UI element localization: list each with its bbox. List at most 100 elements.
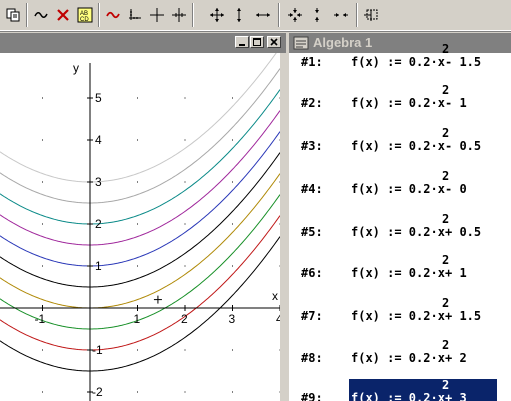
y-tick-label: 5 bbox=[95, 91, 102, 105]
zoom-in-vertical-icon[interactable] bbox=[306, 4, 328, 26]
grid-dot bbox=[42, 349, 43, 351]
grid-dot bbox=[184, 349, 186, 351]
expression[interactable]: f(x) := 0.2·x 2 - 0.5 bbox=[349, 126, 497, 155]
expression-number: #1: bbox=[301, 55, 323, 69]
expression-base: f(x) := 0.2·x bbox=[351, 351, 445, 365]
expression[interactable]: f(x) := 0.2·x 2 + 1.5 bbox=[349, 296, 497, 325]
expression-base: f(x) := 0.2·x bbox=[351, 55, 445, 69]
expression-base: f(x) := 0.2·x bbox=[351, 391, 445, 401]
algebra-window: Algebra 1 #1: f(x) := 0.2·x 2 - 1.5 #2: f(x)… bbox=[289, 33, 511, 401]
grid-dot bbox=[42, 139, 43, 141]
parabola-curve bbox=[0, 68, 281, 204]
pan-vertical-icon[interactable] bbox=[228, 4, 250, 26]
expression[interactable]: f(x) := 0.2·x 2 - 1.5 bbox=[349, 42, 497, 71]
grid-dot bbox=[232, 181, 233, 183]
expression-constant: + 1.5 bbox=[445, 309, 482, 323]
toolbar: AB CD bbox=[0, 0, 511, 32]
expression-exponent: 2 bbox=[442, 296, 450, 310]
expression-constant: - 0 bbox=[445, 182, 467, 196]
grid-dot bbox=[137, 97, 138, 99]
grid-dot bbox=[184, 391, 186, 393]
x-tick-label: 3 bbox=[229, 312, 236, 326]
toolbar-separator bbox=[278, 3, 280, 27]
grid-dot bbox=[184, 265, 186, 267]
grid-dot bbox=[279, 181, 281, 183]
y-tick-label: 2 bbox=[95, 217, 102, 231]
y-tick-label: 1 bbox=[95, 259, 102, 273]
grid-dot bbox=[279, 265, 281, 267]
pan-all-icon[interactable] bbox=[206, 4, 228, 26]
grid-dot bbox=[184, 181, 186, 183]
grid-dot bbox=[279, 223, 281, 225]
expression-constant: - 1.5 bbox=[445, 55, 482, 69]
expression-row[interactable]: #2: f(x) := 0.2·x 2 - 1 bbox=[289, 83, 511, 114]
grid-dot bbox=[184, 223, 186, 225]
pan-horizontal-icon[interactable] bbox=[252, 4, 274, 26]
expression-number: #3: bbox=[301, 139, 323, 153]
expression-constant: - 0.5 bbox=[445, 139, 482, 153]
expression-row[interactable]: #1: f(x) := 0.2·x 2 - 1.5 bbox=[289, 42, 511, 73]
parabola-curve bbox=[0, 47, 281, 183]
expression-constant: + 1 bbox=[445, 266, 467, 280]
parabola-curve bbox=[0, 110, 281, 246]
minimize-button[interactable] bbox=[235, 36, 249, 48]
expression-exponent: 2 bbox=[442, 253, 450, 267]
grid-dot bbox=[42, 97, 43, 99]
zoom-in-all-icon[interactable] bbox=[284, 4, 306, 26]
expression[interactable]: f(x) := 0.2·x 2 - 0 bbox=[349, 169, 497, 198]
expression[interactable]: f(x) := 0.2·x 2 + 2 bbox=[349, 338, 497, 367]
expression-row[interactable]: #9: f(x) := 0.2·x 2 + 3 bbox=[289, 378, 511, 401]
expression[interactable]: f(x) := 0.2·x 2 - 1 bbox=[349, 83, 497, 112]
plot-title-bar bbox=[0, 33, 286, 53]
expression-row[interactable]: #6: f(x) := 0.2·x 2 + 1 bbox=[289, 253, 511, 284]
expression[interactable]: f(x) := 0.2·x 2 + 1 bbox=[349, 253, 497, 282]
expression[interactable]: f(x) := 0.2·x 2 + 3 bbox=[349, 378, 497, 401]
plot-wave-icon[interactable] bbox=[30, 4, 52, 26]
grid-dot bbox=[232, 139, 233, 141]
grid-dot bbox=[42, 181, 43, 183]
expression-row[interactable]: #7: f(x) := 0.2·x 2 + 1.5 bbox=[289, 296, 511, 327]
expression-exponent: 2 bbox=[442, 169, 450, 183]
expression-number: #8: bbox=[301, 351, 323, 365]
algebra-expression-list[interactable]: #1: f(x) := 0.2·x 2 - 1.5 #2: f(x) := 0.2·x 2… bbox=[289, 42, 511, 401]
expression-exponent: 2 bbox=[442, 83, 450, 97]
grid-dot bbox=[232, 391, 233, 393]
expression-base: f(x) := 0.2·x bbox=[351, 225, 445, 239]
rename-ab-icon[interactable]: AB CD bbox=[74, 4, 96, 26]
zoom-box-icon[interactable] bbox=[360, 4, 382, 26]
crosshair-icon[interactable] bbox=[146, 4, 168, 26]
copy-plot-icon[interactable] bbox=[2, 4, 24, 26]
toolbar-separator bbox=[192, 3, 194, 27]
expression[interactable]: f(x) := 0.2·x 2 + 0.5 bbox=[349, 212, 497, 241]
y-tick-label: -1 bbox=[92, 343, 103, 357]
grid-dot bbox=[137, 349, 138, 351]
expression-constant: + 3 bbox=[445, 391, 467, 401]
y-tick-label: -2 bbox=[92, 385, 103, 399]
expression-number: #9: bbox=[301, 391, 323, 401]
expression-row[interactable]: #4: f(x) := 0.2·x 2 - 0 bbox=[289, 169, 511, 200]
grid-crosshair-icon[interactable] bbox=[168, 4, 190, 26]
zoom-in-horizontal-icon[interactable] bbox=[330, 4, 352, 26]
grid-dot bbox=[137, 181, 138, 183]
expression-constant: + 0.5 bbox=[445, 225, 482, 239]
axes-icon[interactable] bbox=[124, 4, 146, 26]
grid-dot bbox=[42, 391, 43, 393]
expression-exponent: 2 bbox=[442, 126, 450, 140]
expression-row[interactable]: #5: f(x) := 0.2·x 2 + 0.5 bbox=[289, 212, 511, 243]
plot-expression-icon[interactable] bbox=[102, 4, 124, 26]
expression-row[interactable]: #3: f(x) := 0.2·x 2 - 0.5 bbox=[289, 126, 511, 157]
close-button[interactable] bbox=[267, 36, 281, 48]
maximize-button[interactable] bbox=[250, 36, 264, 48]
delete-x-icon[interactable] bbox=[52, 4, 74, 26]
plot-area[interactable]: x y -1 1 2 3 4 5 4 3 2 1 -1 -2 bbox=[0, 47, 283, 401]
grid-dot bbox=[279, 391, 281, 393]
parabola-curve bbox=[0, 131, 281, 267]
grid-dot bbox=[137, 223, 138, 225]
grid-dot bbox=[232, 349, 233, 351]
toolbar-separator bbox=[26, 3, 28, 27]
expression-row[interactable]: #8: f(x) := 0.2·x 2 + 2 bbox=[289, 338, 511, 369]
expression-base: f(x) := 0.2·x bbox=[351, 182, 445, 196]
x-tick-label: 4 bbox=[276, 312, 280, 326]
x-tick-label: -1 bbox=[35, 312, 46, 326]
plot-canvas[interactable]: x y -1 1 2 3 4 5 4 3 2 1 -1 -2 bbox=[0, 47, 283, 401]
